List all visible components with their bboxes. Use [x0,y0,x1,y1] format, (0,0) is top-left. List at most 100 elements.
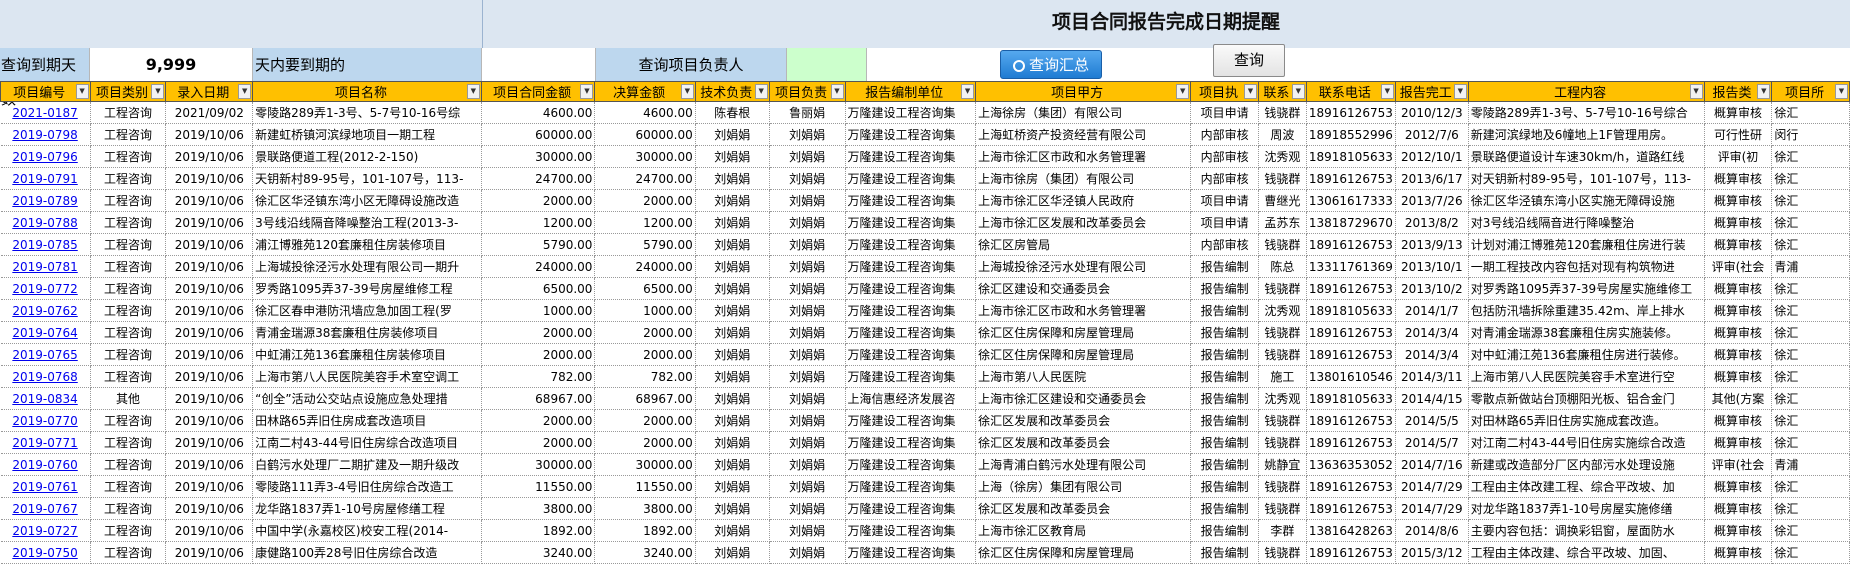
table-cell: 刘娟娟 [695,299,770,322]
table-cell: 2000.00 [594,189,696,212]
table-cell: 内部审核 [1190,145,1259,168]
column-header-label: 项目负责 [775,86,828,101]
filter-dropdown-icon[interactable]: ▼ [680,84,694,99]
filter-dropdown-icon[interactable]: ▼ [1176,84,1190,99]
days-label: 查询到期天数 [0,48,90,108]
project-id-link[interactable]: 2019-0772 [0,277,91,300]
table-cell: 18916126753 [1306,101,1396,124]
project-id-link[interactable]: 2019-0765 [0,343,91,366]
table-cell: 2021/09/02 [165,101,254,124]
project-id-link[interactable]: 2019-0750 [0,541,91,564]
person-input[interactable] [787,48,867,82]
table-cell: 报告编制 [1190,431,1259,454]
table-cell: 2013/10/2 [1395,277,1469,300]
project-id-link[interactable]: 2019-0762 [0,299,91,322]
filter-dropdown-icon[interactable]: ▼ [961,84,975,99]
column-header: 项目编号 ▼ [0,81,91,102]
table-cell: 徐汇区房管局 [975,233,1192,256]
table-cell: 万隆建设工程咨询集 [845,277,977,300]
filter-dropdown-icon[interactable]: ▼ [1835,84,1848,99]
query-summary-button[interactable]: 查询汇总 [1000,50,1102,79]
filter-dropdown-icon[interactable]: ▼ [1243,84,1257,99]
project-id-link[interactable]: 2019-0764 [0,321,91,344]
table-cell: 3800.00 [594,497,696,520]
filter-dropdown-icon[interactable]: ▼ [1380,84,1394,99]
table-cell: 刘娟娟 [695,211,770,234]
project-id-link[interactable]: 2019-0770 [0,409,91,432]
table-cell: 刘娟娟 [769,475,846,498]
table-cell: 1892.00 [481,519,596,542]
column-header: 联系电话 ▼ [1305,81,1396,102]
table-cell: 13311761369 [1306,255,1396,278]
table-cell: 新建河滨绿地及6幢地上1F管理用房。 [1468,123,1705,146]
table-cell: 刘娟娟 [695,475,770,498]
project-id-link[interactable]: 2019-0781 [0,255,91,278]
filter-dropdown-icon[interactable]: ▼ [466,84,480,99]
query-button[interactable]: 查询 [1213,44,1285,77]
days-suffix: 天内要到期的 [253,48,482,82]
project-id-link[interactable]: 2019-0785 [0,233,91,256]
project-id-link[interactable]: 2019-0834 [0,387,91,410]
table-cell: 内部审核 [1190,167,1259,190]
column-header: 项目甲方 ▼ [975,81,1192,102]
search-icon [1012,60,1025,72]
table-row: 2021-0187 工程咨询 2021/09/02 零陵路289弄1-3号、5-7号1… [0,101,1850,124]
project-id-link[interactable]: 2019-0768 [0,365,91,388]
project-id-link[interactable]: 2019-0791 [0,167,91,190]
table-cell: 项目申请 [1190,211,1259,234]
project-id-link[interactable]: 2019-0788 [0,211,91,234]
table-cell: 钱骁群 [1258,167,1307,190]
table-cell: 18916126753 [1306,167,1396,190]
table-cell: 万隆建设工程咨询集 [845,541,977,564]
filter-dropdown-icon[interactable]: ▼ [1689,84,1703,99]
table-cell: 4600.00 [481,101,596,124]
column-header-label: 报告编制单位 [865,86,944,101]
title-left-cell [0,0,483,48]
table-cell: 5790.00 [481,233,596,256]
filter-dropdown-icon[interactable]: ▼ [151,84,165,99]
project-id-link[interactable]: 2019-0798 [0,123,91,146]
table-cell: 徐汇 [1771,211,1850,234]
table-cell: 评审(社会 [1704,453,1773,476]
table-cell: 徐汇区住房保障和房屋管理局 [975,343,1192,366]
filter-dropdown-icon[interactable]: ▼ [580,84,594,99]
table-cell: 18918105633 [1306,299,1396,322]
filter-dropdown-icon[interactable]: ▼ [75,84,89,99]
table-cell: 刘娟娟 [695,233,770,256]
table-cell: 报告编制 [1190,387,1259,410]
filter-dropdown-icon[interactable]: ▼ [1757,84,1771,99]
project-id-link[interactable]: 2021-0187 [0,101,91,124]
days-input[interactable]: 9,999 [90,48,253,82]
filter-dropdown-icon[interactable]: ▼ [238,84,252,99]
column-header: 技术负责 ▼ [694,81,770,102]
project-id-link[interactable]: 2019-0796 [0,145,91,168]
table-cell: 上海信惠经济发展咨 [845,387,977,410]
table-cell: 徐汇 [1771,387,1850,410]
filter-dropdown-icon[interactable]: ▼ [830,84,844,99]
table-row: 2019-0834 其他 2019/10/06 “创全”活动公交站点设施应急处理措 68… [0,387,1850,410]
column-header: 联系 ▼ [1257,81,1307,102]
project-id-link[interactable]: 2019-0760 [0,453,91,476]
table-cell: 2014/3/4 [1395,321,1469,344]
table-cell: 刘娟娟 [769,343,846,366]
table-row: 2019-0772 工程咨询 2019/10/06 罗秀路1095弄37-39号房屋维… [0,277,1850,300]
filter-dropdown-icon[interactable]: ▼ [754,84,768,99]
table-cell: 上海城投徐泾污水处理有限公司一期升 [252,255,482,278]
column-header-label: 工程内容 [1554,86,1607,101]
table-cell: 782.00 [594,365,696,388]
table-cell: 刘娟娟 [769,409,846,432]
project-id-link[interactable]: 2019-0761 [0,475,91,498]
table-row: 2019-0791 工程咨询 2019/10/06 天钥新村89-95号，101-10… [0,167,1850,190]
column-header-label: 项目所 [1785,86,1825,101]
filter-dropdown-icon[interactable]: ▼ [1291,84,1305,99]
project-id-link[interactable]: 2019-0771 [0,431,91,454]
table-cell: 概算审核 [1704,321,1773,344]
project-id-link[interactable]: 2019-0789 [0,189,91,212]
table-cell: 报告编制 [1190,541,1259,564]
table-cell: 万隆建设工程咨询集 [845,453,977,476]
table-cell: 刘娟娟 [769,497,846,520]
project-id-link[interactable]: 2019-0727 [0,519,91,542]
filter-dropdown-icon[interactable]: ▼ [1453,84,1467,99]
project-id-link[interactable]: 2019-0767 [0,497,91,520]
table-cell: 刘娟娟 [769,255,846,278]
